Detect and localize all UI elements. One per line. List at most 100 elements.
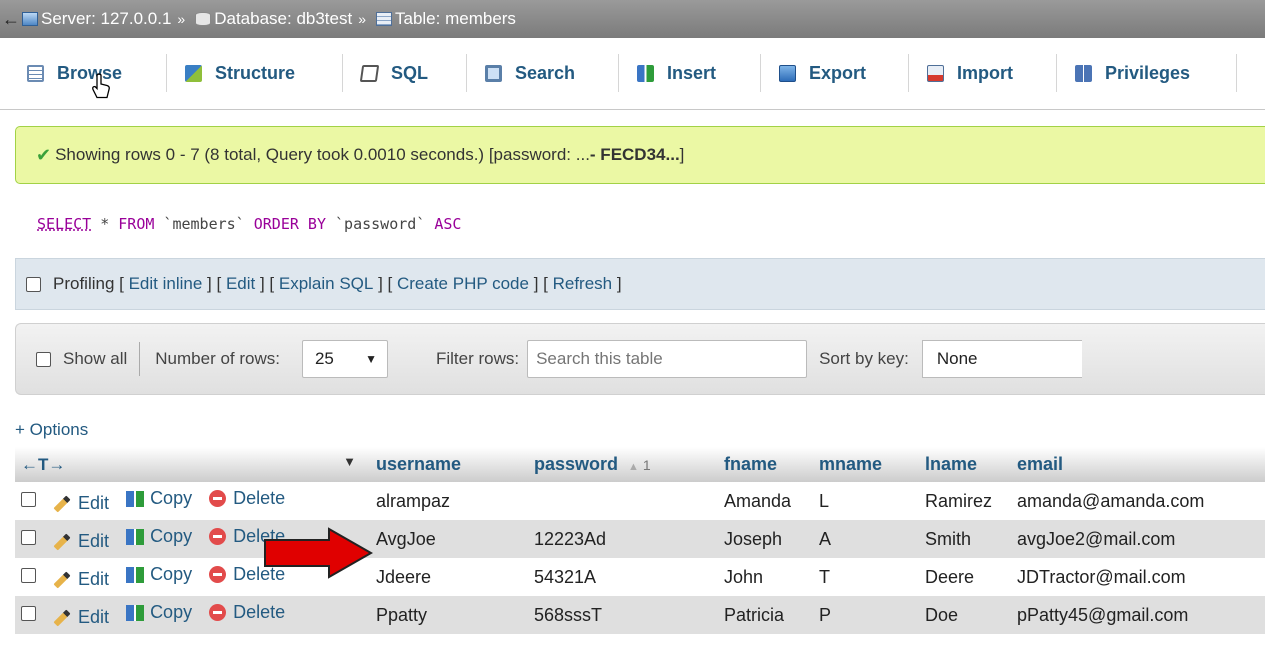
- profiling-checkbox[interactable]: [26, 276, 41, 292]
- sort-select-value: None: [936, 349, 978, 368]
- filter-input[interactable]: [527, 340, 808, 378]
- delete-row-button[interactable]: Delete: [209, 602, 285, 623]
- cell-password[interactable]: 54321A: [528, 558, 718, 596]
- cell-lname[interactable]: Doe: [919, 596, 1011, 634]
- explain-sql-link[interactable]: Explain SQL: [279, 274, 374, 294]
- tab-structure-label: Structure: [215, 62, 296, 83]
- back-arrow-icon[interactable]: ←: [0, 9, 22, 30]
- sql-select-keyword[interactable]: SELECT: [37, 215, 91, 233]
- sort-select[interactable]: None: [921, 340, 1082, 378]
- rows-label: Number of rows:: [155, 349, 280, 368]
- red-annotation-arrow-icon: [264, 527, 373, 579]
- cell-email[interactable]: avgJoe2@mail.com: [1011, 520, 1265, 558]
- cell-password[interactable]: [528, 482, 718, 520]
- success-message: ✔ Showing rows 0 - 7 (8 total, Query too…: [15, 126, 1265, 184]
- cell-fname[interactable]: Joseph: [718, 520, 813, 558]
- edit-row-button[interactable]: Edit: [53, 531, 109, 552]
- header-fname-label: fname: [724, 454, 778, 474]
- pencil-icon: [53, 495, 71, 513]
- edit-label: Edit: [78, 569, 110, 590]
- chevron-down-icon: ▼: [365, 352, 377, 366]
- delete-icon: [209, 565, 227, 583]
- copy-row-button[interactable]: Copy: [126, 564, 192, 585]
- row-checkbox[interactable]: [21, 491, 36, 507]
- column-arrows[interactable]: ←T→: [21, 455, 65, 474]
- cell-fname[interactable]: Amanda: [718, 482, 813, 520]
- cell-username[interactable]: AvgJoe: [370, 520, 528, 558]
- delete-icon: [209, 527, 227, 545]
- profiling-bar: Profiling [ Edit inline ] [ Edit ] [ Exp…: [15, 258, 1265, 310]
- cell-mname[interactable]: P: [813, 596, 919, 634]
- delete-icon: [209, 603, 227, 621]
- options-link[interactable]: + Options: [15, 420, 88, 440]
- tab-import[interactable]: Import: [909, 54, 1057, 92]
- tab-sql[interactable]: SQL: [343, 54, 467, 92]
- table-icon: [376, 12, 392, 26]
- header-username-label: username: [376, 454, 462, 474]
- show-all-checkbox[interactable]: [36, 351, 51, 367]
- edit-link[interactable]: Edit: [226, 274, 255, 294]
- tab-structure[interactable]: Structure: [167, 54, 343, 92]
- cell-username[interactable]: alrampaz: [370, 482, 528, 520]
- edit-row-button[interactable]: Edit: [53, 607, 109, 628]
- show-all-toggle[interactable]: Show all: [36, 349, 127, 369]
- cell-lname[interactable]: Smith: [919, 520, 1011, 558]
- pencil-icon: [53, 571, 71, 589]
- cell-username[interactable]: Ppatty: [370, 596, 528, 634]
- copy-icon: [126, 528, 145, 545]
- tab-search-label: Search: [515, 62, 576, 83]
- triangle-down-icon[interactable]: ▼: [343, 454, 356, 469]
- header-password[interactable]: password ▲ 1: [528, 447, 718, 482]
- tab-browse[interactable]: Browse: [9, 54, 167, 92]
- cell-lname[interactable]: Deere: [919, 558, 1011, 596]
- sql-star: *: [91, 215, 119, 233]
- cell-mname[interactable]: A: [813, 520, 919, 558]
- tab-insert[interactable]: Insert: [619, 54, 761, 92]
- cell-email[interactable]: pPatty45@gmail.com: [1011, 596, 1265, 634]
- row-checkbox[interactable]: [21, 567, 36, 583]
- tab-export[interactable]: Export: [761, 54, 909, 92]
- cell-password[interactable]: 12223Ad: [528, 520, 718, 558]
- tab-privileges[interactable]: Privileges: [1057, 54, 1237, 92]
- tab-sql-label: SQL: [391, 62, 429, 83]
- row-actions: Edit Copy Delete: [15, 482, 370, 520]
- header-mname[interactable]: mname: [813, 447, 919, 482]
- header-username[interactable]: username: [370, 447, 528, 482]
- header-lname[interactable]: lname: [919, 447, 1011, 482]
- create-php-code-link[interactable]: Create PHP code: [397, 274, 529, 294]
- cell-mname[interactable]: T: [813, 558, 919, 596]
- edit-label: Edit: [78, 531, 110, 552]
- cell-lname[interactable]: Ramirez: [919, 482, 1011, 520]
- breadcrumb-table[interactable]: Table: members: [376, 9, 516, 29]
- edit-inline-link[interactable]: Edit inline: [129, 274, 203, 294]
- cell-email[interactable]: amanda@amanda.com: [1011, 482, 1265, 520]
- header-lname-label: lname: [925, 454, 978, 474]
- edit-row-button[interactable]: Edit: [53, 569, 109, 590]
- refresh-link[interactable]: Refresh: [553, 274, 613, 294]
- sql-table-name: `members`: [154, 215, 254, 233]
- success-message-bold: - FECD34...: [589, 145, 680, 164]
- cell-mname[interactable]: L: [813, 482, 919, 520]
- row-checkbox[interactable]: [21, 605, 36, 621]
- delete-row-button[interactable]: Delete: [209, 488, 285, 509]
- copy-row-button[interactable]: Copy: [126, 602, 192, 623]
- header-fname[interactable]: fname: [718, 447, 813, 482]
- tab-insert-label: Insert: [667, 62, 717, 83]
- cell-username[interactable]: Jdeere: [370, 558, 528, 596]
- breadcrumb-database[interactable]: Database: db3test »: [195, 9, 372, 29]
- breadcrumb-server[interactable]: Server: 127.0.0.1 »: [22, 9, 191, 29]
- copy-row-button[interactable]: Copy: [126, 526, 192, 547]
- cell-fname[interactable]: John: [718, 558, 813, 596]
- cell-email[interactable]: JDTractor@mail.com: [1011, 558, 1265, 596]
- sql-asc-keyword: ASC: [434, 215, 462, 233]
- cell-fname[interactable]: Patricia: [718, 596, 813, 634]
- edit-row-button[interactable]: Edit: [53, 493, 109, 514]
- cell-password[interactable]: 568sssT: [528, 596, 718, 634]
- header-email[interactable]: email: [1011, 447, 1265, 482]
- delete-label: Delete: [233, 601, 286, 622]
- rows-select[interactable]: 25 ▼: [301, 340, 388, 378]
- copy-row-button[interactable]: Copy: [126, 488, 192, 509]
- row-checkbox[interactable]: [21, 529, 36, 545]
- sql-column-name: `password`: [326, 215, 435, 233]
- tab-search[interactable]: Search: [467, 54, 619, 92]
